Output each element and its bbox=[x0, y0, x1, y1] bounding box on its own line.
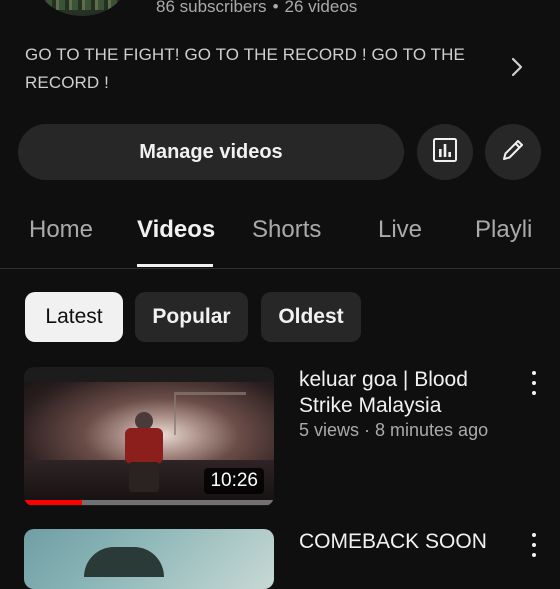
channel-tabs: Home Videos Shorts Live Playli bbox=[0, 200, 560, 269]
bar-chart-icon bbox=[431, 136, 459, 169]
watch-progress-fill bbox=[24, 500, 82, 505]
tab-videos[interactable]: Videos bbox=[137, 216, 215, 244]
video-title[interactable]: COMEBACK SOON bbox=[299, 529, 499, 555]
subscriber-count: 86 subscribers bbox=[156, 0, 267, 16]
watch-progress-bar bbox=[24, 500, 274, 505]
chip-oldest[interactable]: Oldest bbox=[261, 292, 361, 342]
pencil-icon bbox=[499, 136, 527, 169]
stats-separator: • bbox=[272, 0, 279, 16]
chevron-right-icon[interactable] bbox=[508, 56, 526, 78]
chip-popular[interactable]: Popular bbox=[135, 292, 248, 342]
tab-live[interactable]: Live bbox=[378, 216, 422, 244]
channel-description[interactable]: GO TO THE FIGHT! GO TO THE RECORD ! GO T… bbox=[25, 41, 485, 97]
tab-home[interactable]: Home bbox=[29, 216, 93, 244]
manage-videos-button[interactable]: Manage videos bbox=[18, 124, 404, 180]
channel-stats: 86 subscribers • 26 videos bbox=[156, 0, 357, 17]
tab-shorts[interactable]: Shorts bbox=[252, 216, 321, 244]
video-thumbnail[interactable] bbox=[24, 529, 274, 589]
video-thumbnail[interactable]: 10:26 bbox=[24, 367, 274, 506]
video-title[interactable]: keluar goa | Blood Strike Malaysia bbox=[299, 367, 499, 419]
video-count: 26 videos bbox=[284, 0, 358, 16]
video-duration: 10:26 bbox=[204, 468, 264, 494]
chip-latest[interactable]: Latest bbox=[25, 292, 123, 342]
video-meta: 5 views · 8 minutes ago bbox=[299, 420, 489, 440]
more-options-icon[interactable] bbox=[526, 371, 542, 395]
analytics-button[interactable] bbox=[417, 124, 473, 180]
tab-playlists[interactable]: Playli bbox=[475, 216, 532, 244]
more-options-icon[interactable] bbox=[526, 533, 542, 557]
active-tab-indicator bbox=[137, 264, 213, 267]
edit-channel-button[interactable] bbox=[485, 124, 541, 180]
channel-avatar[interactable] bbox=[36, 0, 128, 16]
